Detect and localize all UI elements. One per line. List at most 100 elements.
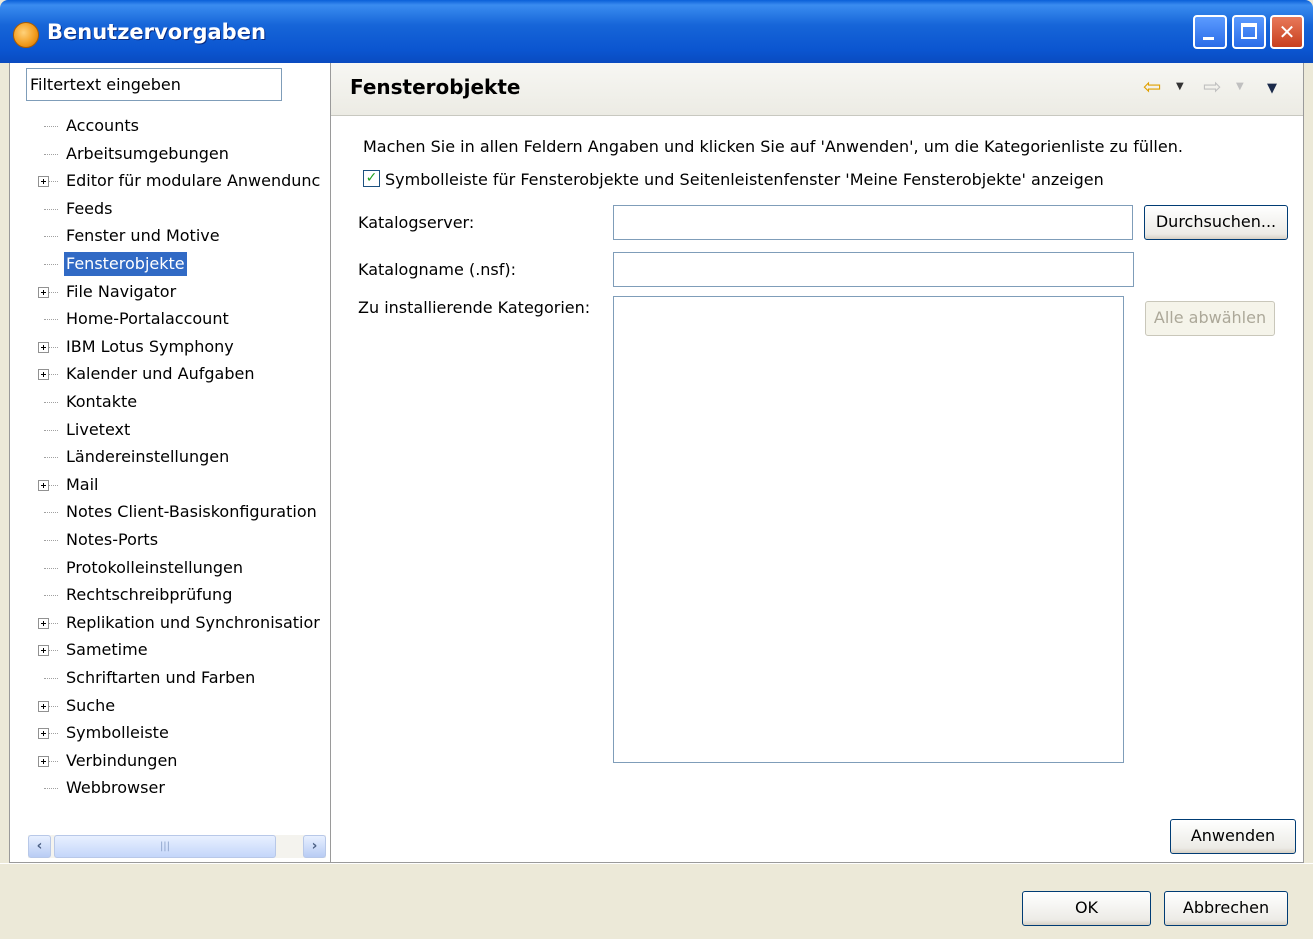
- tree-connector: [44, 457, 58, 459]
- browse-button[interactable]: Durchsuchen...: [1144, 205, 1288, 240]
- tree-item[interactable]: Replikation und Synchronisatior: [10, 610, 332, 637]
- tree-item-label: Editor für modulare Anwendunc: [66, 171, 321, 191]
- categories-list[interactable]: [613, 296, 1124, 763]
- page-description: Machen Sie in allen Feldern Angaben und …: [363, 137, 1183, 156]
- checkmark-icon: ✓: [365, 170, 378, 186]
- ok-button[interactable]: OK: [1022, 891, 1151, 926]
- maximize-button[interactable]: [1232, 15, 1266, 49]
- tree-connector: [44, 567, 58, 569]
- tree-item[interactable]: Ländereinstellungen: [10, 444, 332, 471]
- tree-item[interactable]: Mail: [10, 472, 332, 499]
- tree-item[interactable]: Fensterobjekte: [10, 251, 332, 278]
- tree-item[interactable]: Notes-Ports: [10, 527, 332, 554]
- tree-item[interactable]: IBM Lotus Symphony: [10, 334, 332, 361]
- footer-separator: [0, 863, 1313, 864]
- expand-icon[interactable]: [38, 286, 49, 298]
- tree-connector: [44, 595, 58, 597]
- tree-item[interactable]: Fenster und Motive: [10, 223, 332, 250]
- view-menu-icon[interactable]: ▼: [1267, 81, 1277, 96]
- catalog-server-field[interactable]: [613, 205, 1133, 240]
- tree-item-label: Accounts: [66, 116, 139, 135]
- tree-connector: [44, 319, 58, 321]
- show-toolbar-checkbox-label[interactable]: Symbolleiste für Fensterobjekte und Seit…: [385, 170, 1104, 189]
- horizontal-scrollbar[interactable]: ‹ ||| ›: [28, 835, 326, 858]
- tree-connector: [44, 678, 58, 679]
- scroll-left-button[interactable]: ‹: [28, 835, 51, 858]
- tree-item-label: Kalender und Aufgaben: [66, 364, 255, 384]
- tree-item[interactable]: Arbeitsumgebungen: [10, 141, 332, 168]
- scroll-right-button[interactable]: ›: [303, 835, 326, 858]
- expand-icon[interactable]: [38, 755, 49, 767]
- forward-arrow-icon: ⇨: [1203, 75, 1222, 100]
- tree-item[interactable]: Sametime: [10, 637, 332, 664]
- tree-connector: [44, 153, 58, 155]
- filter-input[interactable]: Filtertext eingeben: [26, 68, 282, 101]
- apply-button[interactable]: Anwenden: [1170, 819, 1296, 854]
- tree-item[interactable]: Feeds: [10, 196, 332, 223]
- expand-icon[interactable]: [38, 700, 49, 712]
- tree-item-label: Home-Portalaccount: [66, 309, 229, 329]
- window-title: Benutzervorgaben: [47, 20, 266, 44]
- tree-item-label: Ländereinstellungen: [66, 447, 230, 467]
- tree-connector: [44, 208, 58, 210]
- tree-item-label: Notes Client-Basiskonfiguration: [66, 502, 317, 522]
- expand-icon[interactable]: [38, 728, 49, 740]
- tree-item[interactable]: Kontakte: [10, 389, 332, 416]
- tree-connector: [44, 402, 58, 403]
- tree-item[interactable]: Home-Portalaccount: [10, 306, 332, 333]
- expand-icon[interactable]: [38, 645, 49, 657]
- expand-icon[interactable]: [38, 176, 49, 188]
- tree-item[interactable]: Accounts: [10, 113, 332, 140]
- minimize-button[interactable]: [1193, 15, 1227, 49]
- tree-item-label: File Navigator: [66, 281, 177, 301]
- catalog-name-label: Katalogname (.nsf):: [358, 260, 517, 279]
- cancel-button[interactable]: Abbrechen: [1164, 891, 1288, 926]
- tree-connector: [44, 788, 58, 790]
- tree-item-label: Replikation und Synchronisatior: [66, 612, 320, 632]
- tree-item-label: Webbrowser: [66, 778, 165, 798]
- tree-item-label: Fenster und Motive: [66, 226, 220, 246]
- tree-item[interactable]: Rechtschreibprüfung: [10, 582, 332, 609]
- catalog-name-field[interactable]: [613, 252, 1134, 287]
- tree-item-label: Notes-Ports: [66, 530, 159, 549]
- expand-icon[interactable]: [38, 369, 49, 381]
- close-button[interactable]: ✕: [1270, 15, 1304, 49]
- tree-item[interactable]: Schriftarten und Farben: [10, 665, 332, 692]
- lotus-notes-app-icon: [13, 22, 39, 48]
- tree-item-label: Protokolleinstellungen: [66, 557, 244, 577]
- tree-item[interactable]: Notes Client-Basiskonfiguration: [10, 499, 332, 526]
- preference-page: Fensterobjekte ⇦ ▼ ⇨ ▼ ▼ Machen Sie in a…: [331, 63, 1304, 863]
- maximize-icon: [1241, 23, 1257, 39]
- tree-item[interactable]: File Navigator: [10, 279, 332, 306]
- tree-item[interactable]: Symbolleiste: [10, 720, 332, 747]
- tree-item[interactable]: Webbrowser: [10, 775, 332, 802]
- back-arrow-icon[interactable]: ⇦: [1143, 77, 1161, 99]
- tree-item[interactable]: Verbindungen: [10, 748, 332, 775]
- page-title: Fensterobjekte: [350, 75, 521, 99]
- categories-label: Zu installierende Kategorien:: [358, 298, 591, 317]
- deselect-all-button: Alle abwählen: [1145, 301, 1275, 336]
- show-toolbar-checkbox[interactable]: ✓: [363, 170, 380, 187]
- back-history-dropdown-icon[interactable]: ▼: [1176, 81, 1184, 92]
- tree-item[interactable]: Livetext: [10, 417, 332, 444]
- tree-item-label: Schriftarten und Farben: [66, 668, 256, 687]
- grip-icon: |||: [159, 841, 171, 852]
- tree-item[interactable]: Protokolleinstellungen: [10, 555, 332, 582]
- minimize-icon: [1203, 37, 1214, 40]
- tree-connector: [44, 126, 58, 127]
- preferences-dialog: Benutzervorgaben ✕ Filtertext eingeben A…: [0, 0, 1313, 939]
- close-icon: ✕: [1278, 20, 1296, 44]
- expand-icon[interactable]: [38, 479, 49, 491]
- tree-item-label: IBM Lotus Symphony: [66, 336, 234, 356]
- scrollbar-thumb[interactable]: |||: [54, 835, 276, 858]
- tree-connector: [44, 512, 58, 514]
- expand-icon[interactable]: [38, 617, 49, 629]
- tree-item-label: Fensterobjekte: [64, 252, 187, 276]
- tree-connector: [44, 540, 58, 541]
- tree-item[interactable]: Suche: [10, 693, 332, 720]
- expand-icon[interactable]: [38, 341, 49, 353]
- tree-item-label: Feeds: [66, 198, 113, 218]
- tree-item[interactable]: Kalender und Aufgaben: [10, 361, 332, 388]
- tree-item[interactable]: Editor für modulare Anwendunc: [10, 168, 332, 195]
- catalog-server-label: Katalogserver:: [358, 213, 475, 232]
